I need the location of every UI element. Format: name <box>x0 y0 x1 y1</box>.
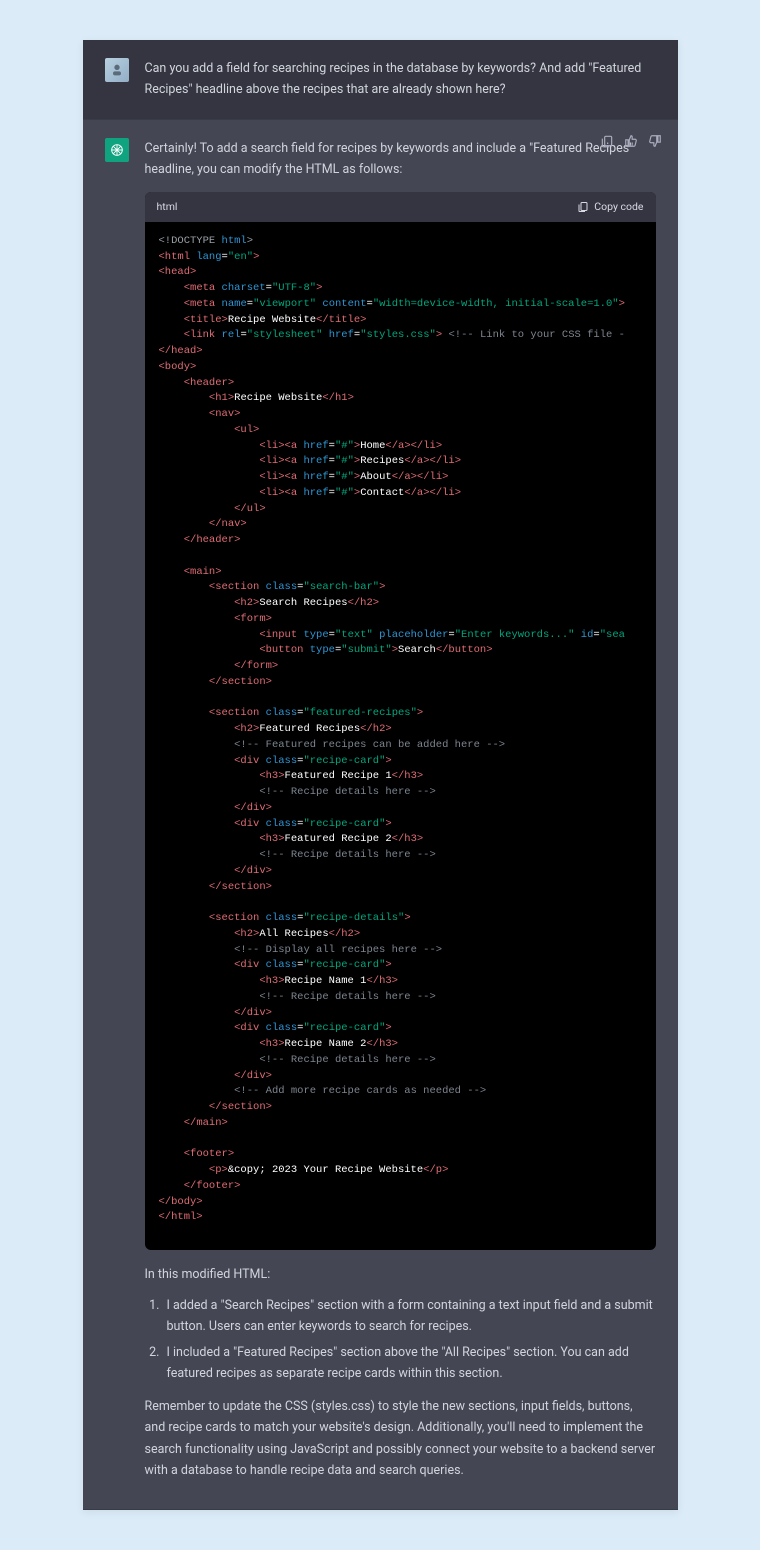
code-language-label: html <box>157 198 178 216</box>
explain-item-2: I included a "Featured Recipes" section … <box>163 1342 656 1385</box>
code-block: html Copy code <!DOCTYPE html> <html lan… <box>145 192 656 1250</box>
code-header: html Copy code <box>145 192 656 222</box>
thumbs-down-icon[interactable] <box>648 134 662 155</box>
clipboard-icon <box>577 201 589 213</box>
assistant-content: Certainly! To add a search field for rec… <box>145 138 656 1492</box>
assistant-avatar <box>105 138 129 162</box>
user-avatar <box>105 58 129 82</box>
code-content[interactable]: <!DOCTYPE html> <html lang="en"> <head> … <box>145 222 656 1250</box>
user-message-text: Can you add a field for searching recipe… <box>145 58 656 101</box>
feedback-buttons <box>600 134 662 155</box>
clipboard-icon[interactable] <box>600 134 614 155</box>
assistant-explanation: In this modified HTML: I added a "Search… <box>145 1264 656 1481</box>
copy-code-label: Copy code <box>594 198 643 216</box>
copy-code-button[interactable]: Copy code <box>577 198 643 216</box>
thumbs-up-icon[interactable] <box>624 134 638 155</box>
explain-heading: In this modified HTML: <box>145 1264 656 1285</box>
explain-item-1: I added a "Search Recipes" section with … <box>163 1295 656 1338</box>
explain-closing: Remember to update the CSS (styles.css) … <box>145 1396 656 1481</box>
assistant-intro: Certainly! To add a search field for rec… <box>145 138 656 181</box>
user-message: Can you add a field for searching recipe… <box>83 40 678 119</box>
assistant-message: Certainly! To add a search field for rec… <box>83 119 678 1511</box>
chat-container: Can you add a field for searching recipe… <box>83 40 678 1510</box>
